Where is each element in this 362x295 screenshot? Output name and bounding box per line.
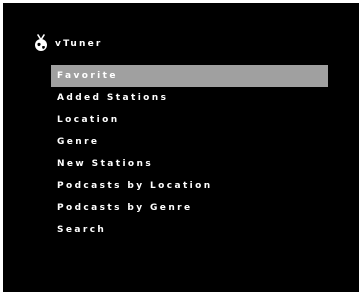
header: vTuner <box>33 33 103 53</box>
menu-item-genre[interactable]: Genre <box>51 131 328 153</box>
menu-item-location[interactable]: Location <box>51 109 328 131</box>
menu-item-favorite[interactable]: Favorite <box>51 65 328 87</box>
menu-item-new-stations[interactable]: New Stations <box>51 153 328 175</box>
menu-item-added-stations[interactable]: Added Stations <box>51 87 328 109</box>
menu-item-podcasts-by-location[interactable]: Podcasts by Location <box>51 175 328 197</box>
app-title: vTuner <box>55 39 103 49</box>
vtuner-screen: vTuner Favorite Added Stations Location … <box>3 3 359 292</box>
main-menu: Favorite Added Stations Location Genre N… <box>51 65 328 241</box>
menu-item-search[interactable]: Search <box>51 219 328 241</box>
vtuner-logo-icon <box>35 34 47 51</box>
menu-item-podcasts-by-genre[interactable]: Podcasts by Genre <box>51 197 328 219</box>
